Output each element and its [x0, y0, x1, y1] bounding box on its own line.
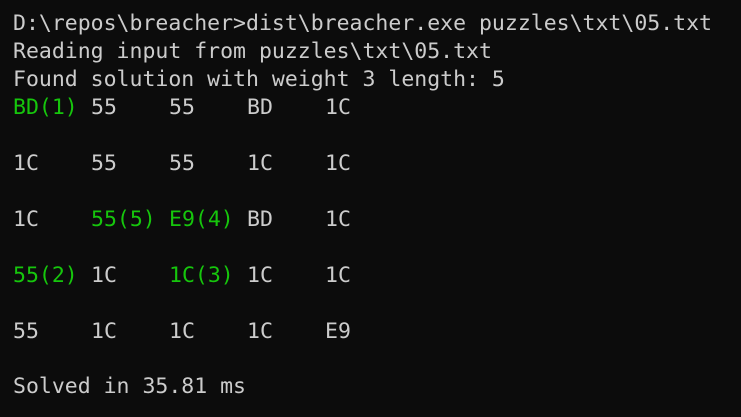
grid-cell: 55	[13, 319, 39, 344]
grid-cell: E9(4)	[169, 207, 234, 232]
grid-cell: 55(5)	[91, 207, 156, 232]
grid-cell: 1C	[169, 319, 195, 344]
grid-cell: 1C	[247, 319, 273, 344]
grid-row-3: 1C 55(5) E9(4) BD 1C	[13, 206, 733, 262]
grid-row-4: 55(2) 1C 1C(3) 1C 1C	[13, 262, 733, 318]
grid-cell: 55	[169, 151, 195, 176]
solution-summary-line: Found solution with weight 3 length: 5	[13, 67, 505, 92]
grid-row-2: 1C 55 55 1C 1C	[13, 150, 733, 206]
grid-cell: 1C	[13, 151, 39, 176]
grid-cell: 1C(3)	[169, 263, 234, 288]
grid-cell: BD(1)	[13, 95, 78, 120]
grid-cell: 1C	[325, 95, 351, 120]
grid-cell: 55	[169, 95, 195, 120]
grid-cell: E9	[325, 319, 351, 344]
command-line: D:\repos\breacher>dist\breacher.exe puzz…	[13, 11, 712, 36]
grid-cell: BD	[247, 95, 273, 120]
grid-cell: 55	[91, 151, 117, 176]
grid-cell: 1C	[247, 263, 273, 288]
grid-cell: 55(2)	[13, 263, 78, 288]
grid-cell: 55	[91, 95, 117, 120]
grid-cell: 1C	[247, 151, 273, 176]
reading-input-line: Reading input from puzzles\txt\05.txt	[13, 39, 492, 64]
terminal-output: D:\repos\breacher>dist\breacher.exe puzz…	[13, 10, 733, 399]
grid-cell: 1C	[325, 151, 351, 176]
solved-time-line: Solved in 35.81 ms	[13, 374, 246, 399]
grid-cell: 1C	[91, 319, 117, 344]
grid-cell: 1C	[13, 207, 39, 232]
grid-cell: 1C	[325, 207, 351, 232]
grid-cell: BD	[247, 207, 273, 232]
grid-cell: 1C	[325, 263, 351, 288]
puzzle-grid: BD(1) 55 55 BD 1C 1C 55 55 1C 1C 1C 55(5…	[13, 94, 733, 374]
grid-cell: 1C	[91, 263, 117, 288]
grid-row-5: 55 1C 1C 1C E9	[13, 318, 733, 374]
grid-row-1: BD(1) 55 55 BD 1C	[13, 94, 733, 150]
